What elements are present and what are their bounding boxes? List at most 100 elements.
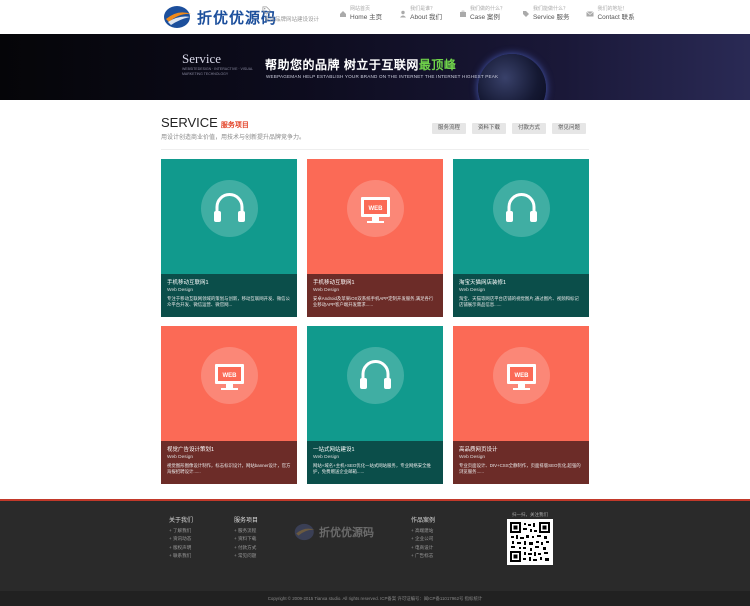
card-top xyxy=(161,159,297,274)
nav-item-home[interactable]: 网站首页 Home 主页 xyxy=(339,6,382,22)
footer-column-title: 关于我们 xyxy=(169,518,194,524)
footer-link[interactable]: + 联系我们 xyxy=(169,552,193,560)
card-icon-circle xyxy=(201,180,258,237)
tab-downloads[interactable]: 资料下载 xyxy=(472,123,507,134)
tab-payment[interactable]: 付款方式 xyxy=(512,123,547,134)
nav-label: Contact 联系 xyxy=(597,14,635,21)
nav-label: Case 案例 xyxy=(469,14,500,21)
card-subtitle: Web Design xyxy=(313,455,340,460)
card-icon-label: WEB xyxy=(515,373,530,379)
card-title: 手机移动互联网1 xyxy=(167,280,209,286)
footer-column-title: 服务项目 xyxy=(234,518,259,524)
card-description: 视觉图形图像设计制作，标志标识设计，网站banner设计，官方海报招聘设计...… xyxy=(167,463,291,474)
nav-item-contact[interactable]: 我们的地址！ Contact 联系 xyxy=(586,6,635,22)
web-monitor-icon: WEB xyxy=(507,364,536,390)
nav-item-about[interactable]: 我们是谁？ About 我们 xyxy=(399,6,442,22)
nav-label: About 我们 xyxy=(410,14,442,21)
footer-column-title: 作品案例 xyxy=(411,518,436,524)
banner-subline: WEBPAGEMAN HELP ESTABLISH YOUR BRAND ON … xyxy=(266,74,499,79)
card-top: WEB xyxy=(161,326,297,441)
footer: 关于我们 + 了解我们 + 资讯动态 + 版权声明 + 联系我们 服务项目 + … xyxy=(0,499,750,606)
footer-column-services: 服务项目 + 服务流程 + 资料下载 + 付款方式 + 常见问题 xyxy=(234,515,258,560)
footer-link[interactable]: + 了解我们 xyxy=(169,527,193,535)
footer-link[interactable]: + 服务流程 xyxy=(234,527,258,535)
headphones-icon xyxy=(360,360,391,389)
footer-logo: 折优优源码 xyxy=(294,523,374,541)
tab-service-process[interactable]: 服务流程 xyxy=(432,123,467,134)
tag-icon xyxy=(262,6,271,15)
card-description: 网站+域名+主机+SEO优化一站式网站服务，专业网络安全维护，免费赠送企业邮箱.… xyxy=(313,463,431,474)
service-card[interactable]: WEB 高品质网页设计 Web Design 专业页面设计、DIV+CSS全静制… xyxy=(453,326,589,484)
nav-item-case[interactable]: 我们做的什么？ Case 案例 xyxy=(459,6,505,22)
card-subtitle: Web Design xyxy=(459,455,486,460)
banner-headline: 帮助您的品牌 树立于互联网最顶峰 xyxy=(265,56,456,73)
card-subtitle: Web Design xyxy=(167,288,194,293)
card-bottom: 淘宝天猫网店装修1 Web Design 淘宝、天猫等网店平台店铺的视觉图片,通… xyxy=(453,274,589,317)
tab-faq[interactable]: 常见问题 xyxy=(552,123,587,134)
copyright: Copyright © 2009-2015 Tianxa studio. All… xyxy=(0,591,750,606)
nav-label: Service 服务 xyxy=(532,14,570,21)
card-icon-label: WEB xyxy=(223,373,238,379)
nav-label: Home 主页 xyxy=(350,14,383,21)
footer-link[interactable]: + 电商设计 xyxy=(411,544,435,552)
nav-sub: 我们是谁？ xyxy=(410,6,436,12)
card-top xyxy=(453,159,589,274)
mail-icon xyxy=(586,11,595,17)
card-title: 视觉广告设计策划1 xyxy=(167,447,215,453)
banner-service-word: Service xyxy=(182,51,221,66)
banner-headline-accent: 最顶峰 xyxy=(418,58,457,72)
web-monitor-icon: WEB xyxy=(361,197,390,223)
home-icon xyxy=(340,11,346,17)
case-icon xyxy=(459,10,466,17)
section-tabs: 服务流程 资料下载 付款方式 常见问题 xyxy=(432,123,587,134)
service-card[interactable]: 淘宝天猫网店装修1 Web Design 淘宝、天猫等网店平台店铺的视觉图片,通… xyxy=(453,159,589,317)
card-title: 一站式网站建设1 xyxy=(313,447,355,453)
card-description: 安卓Android及苹果iOS双系统手机APP定制开发服务,满足各行业移动APP… xyxy=(313,296,434,307)
nav-sub: 我们的地址！ xyxy=(597,6,628,12)
service-card[interactable]: WEB 视觉广告设计策划1 Web Design 视觉图形图像设计制作，标志标识… xyxy=(161,326,297,484)
user-icon xyxy=(400,10,407,18)
footer-link[interactable]: + 版权声明 xyxy=(169,544,193,552)
card-icon-circle: WEB xyxy=(201,347,258,404)
service-icon xyxy=(522,11,529,17)
card-icon-circle: WEB xyxy=(493,347,550,404)
section-title-en: SERVICE xyxy=(161,115,218,130)
card-title: 手机移动互联网1 xyxy=(313,280,355,286)
footer-link[interactable]: + 高端建站 xyxy=(411,527,435,535)
footer-link[interactable]: + 常见问题 xyxy=(234,552,258,560)
banner-headline-main: 帮助您的品牌 树立于互联网 xyxy=(265,58,419,72)
footer-link[interactable]: + 资料下载 xyxy=(234,535,258,543)
web-monitor-icon: WEB xyxy=(215,364,244,390)
card-title: 淘宝天猫网店装修1 xyxy=(459,280,507,286)
card-icon-circle xyxy=(347,347,404,404)
footer-link[interactable]: + 广告标志 xyxy=(411,552,435,560)
nav-item-service[interactable]: 我们能做什么？ Service 服务 xyxy=(522,6,569,22)
page: 折优优源码 专注品牌网站建设设计 网站首页 Home 主页 我们是谁？ About … xyxy=(0,0,750,606)
section-title-cn: 服务项目 xyxy=(220,122,249,129)
footer-column-about: 关于我们 + 了解我们 + 资讯动态 + 版权声明 + 联系我们 xyxy=(169,515,193,560)
footer-link[interactable]: + 付款方式 xyxy=(234,544,258,552)
card-description: 专注于移动互联网领域的策划与创新，移动互联网开发、微信公众平台开发、微信运营、微… xyxy=(167,296,290,307)
banner-small-text: WEBSITEDESIGN · INTERACTIVE · VISUAL MAR… xyxy=(182,67,253,76)
card-description: 专业页面设计、DIV+CSS全静制作，页面排版SEO优化,超强的浏览服务....… xyxy=(459,463,581,474)
card-description: 淘宝、天猫等网店平台店铺的视觉图片,通过图片、视频和标记店铺展示商品信息....… xyxy=(459,296,579,307)
qr-code xyxy=(507,519,553,565)
nav-sub: 我们做的什么？ xyxy=(469,6,505,12)
card-title: 高品质网页设计 xyxy=(459,447,498,453)
card-subtitle: Web Design xyxy=(459,288,486,293)
header: 折优优源码 专注品牌网站建设设计 网站首页 Home 主页 我们是谁？ About … xyxy=(0,0,750,34)
qr-caption: 扫一扫，关注我们 xyxy=(512,512,548,517)
service-card[interactable]: 手机移动互联网1 Web Design 专注于移动互联网领域的策划与创新，移动互… xyxy=(161,159,297,317)
site-logo[interactable]: 折优优源码 xyxy=(163,4,277,30)
main-nav: 网站首页 Home 主页 我们是谁？ About 我们 我们做的什么？ Case 案例… xyxy=(339,6,652,22)
card-bottom: 手机移动互联网1 Web Design 专注于移动互联网领域的策划与创新，移动互… xyxy=(161,274,297,317)
service-card[interactable]: 一站式网站建设1 Web Design 网站+域名+主机+SEO优化一站式网站服… xyxy=(307,326,443,484)
card-bottom: 高品质网页设计 Web Design 专业页面设计、DIV+CSS全静制作，页面… xyxy=(453,441,589,484)
service-card[interactable]: WEB 手机移动互联网1 Web Design 安卓Android及苹果iOS双… xyxy=(307,159,443,317)
logo-swoosh-icon xyxy=(164,6,191,28)
headphones-icon xyxy=(506,193,537,222)
nav-sub: 网站首页 xyxy=(350,6,371,12)
footer-link[interactable]: + 企业公司 xyxy=(411,535,435,543)
footer-link[interactable]: + 资讯动态 xyxy=(169,535,193,543)
card-top xyxy=(307,326,443,441)
